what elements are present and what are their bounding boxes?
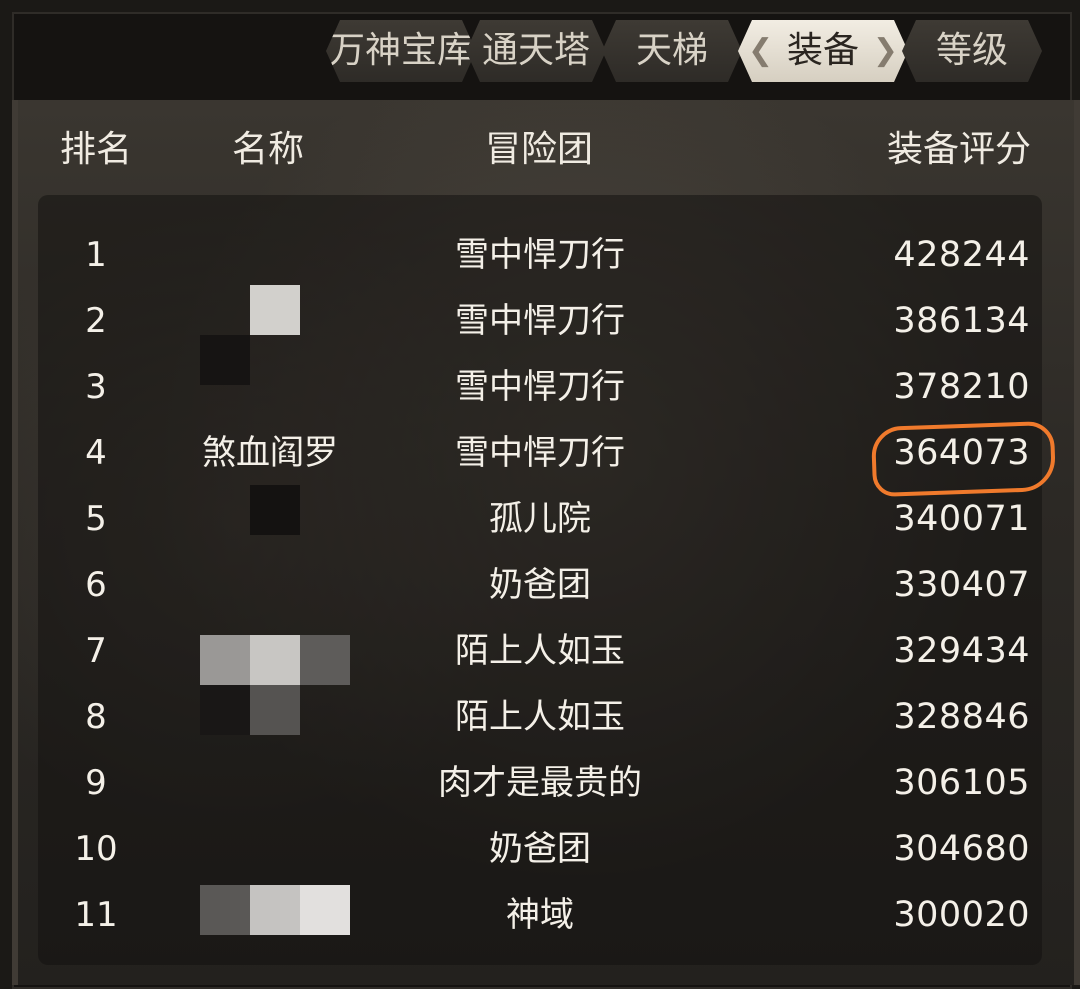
team-cell: 陌上人如玉	[455, 697, 625, 737]
name-cell	[185, 882, 355, 948]
header-team: 冒险团	[485, 129, 594, 170]
team-cell: 雪中悍刀行	[455, 235, 625, 275]
header-rank: 排名	[60, 129, 133, 170]
score-cell: 329434	[893, 631, 1030, 671]
chevron-left-icon: ❮	[748, 33, 774, 68]
rank-cell: 6	[85, 565, 107, 605]
table-row[interactable]: 6 奶爸团 330407	[0, 552, 1080, 618]
tab-tongtianta[interactable]: 通天塔	[466, 20, 606, 82]
tab-bar: 万神宝库 通天塔 天梯 ❮ 装备 ❯ 等级	[326, 20, 1042, 82]
team-cell: 雪中悍刀行	[455, 301, 625, 341]
tab-label: 装备	[786, 30, 859, 71]
name-cell	[185, 486, 355, 552]
chevron-right-icon: ❯	[872, 33, 898, 68]
team-cell: 雪中悍刀行	[455, 367, 625, 407]
table-row[interactable]: 8 陌上人如玉 328846	[0, 684, 1080, 750]
header-score: 装备评分	[887, 129, 1032, 170]
name-cell	[185, 354, 355, 420]
name-cell	[185, 816, 355, 882]
rank-cell: 10	[74, 829, 118, 869]
name-cell	[185, 288, 355, 354]
score-cell: 300020	[893, 895, 1030, 935]
table-row[interactable]: 5 孤儿院 340071	[0, 486, 1080, 552]
name-cell	[185, 552, 355, 618]
highlight-circle	[870, 420, 1057, 498]
table-row[interactable]: 3 雪中悍刀行 378210	[0, 354, 1080, 420]
score-cell: 428244	[893, 235, 1030, 275]
team-cell: 肉才是最贵的	[438, 763, 642, 803]
tab-zhuangbei[interactable]: ❮ 装备 ❯	[738, 20, 908, 82]
tab-tianti[interactable]: 天梯	[602, 20, 742, 82]
score-cell: 340071	[893, 499, 1030, 539]
rank-cell: 3	[85, 367, 107, 407]
tab-label: 通天塔	[481, 30, 590, 71]
rank-cell: 8	[85, 697, 107, 737]
rank-cell: 5	[85, 499, 107, 539]
name-cell: 煞血阎罗	[202, 433, 338, 473]
team-cell: 神域	[506, 895, 574, 935]
table-row[interactable]: 11 神域 300020	[0, 882, 1080, 948]
tab-label: 万神宝库	[328, 30, 473, 71]
team-cell: 雪中悍刀行	[455, 433, 625, 473]
table-row[interactable]: 2 雪中悍刀行 386134	[0, 288, 1080, 354]
header-name: 名称	[232, 129, 305, 170]
table-row[interactable]: 1 雪中悍刀行 428244	[0, 222, 1080, 288]
rank-cell: 7	[85, 631, 107, 671]
tab-dengji[interactable]: 等级	[902, 20, 1042, 82]
score-cell: 304680	[893, 829, 1030, 869]
rank-cell: 9	[85, 763, 107, 803]
name-cell	[185, 618, 355, 684]
rank-cell: 2	[85, 301, 107, 341]
name-cell	[185, 750, 355, 816]
score-cell: 386134	[893, 301, 1030, 341]
name-cell	[185, 222, 355, 288]
team-cell: 奶爸团	[489, 829, 591, 869]
table-row[interactable]: 7 陌上人如玉 329434	[0, 618, 1080, 684]
team-cell: 陌上人如玉	[455, 631, 625, 671]
team-cell: 孤儿院	[489, 499, 591, 539]
score-cell: 328846	[893, 697, 1030, 737]
tab-label: 等级	[935, 30, 1008, 71]
team-cell: 奶爸团	[489, 565, 591, 605]
rank-cell: 11	[74, 895, 118, 935]
tab-label: 天梯	[635, 30, 708, 71]
name-cell	[185, 684, 355, 750]
table-row[interactable]: 9 肉才是最贵的 306105	[0, 750, 1080, 816]
score-cell: 378210	[893, 367, 1030, 407]
score-cell: 330407	[893, 565, 1030, 605]
tab-wanshen[interactable]: 万神宝库	[326, 20, 476, 82]
score-cell: 306105	[893, 763, 1030, 803]
rank-cell: 1	[85, 235, 107, 275]
table-row[interactable]: 10 奶爸团 304680	[0, 816, 1080, 882]
rank-cell: 4	[85, 433, 107, 473]
